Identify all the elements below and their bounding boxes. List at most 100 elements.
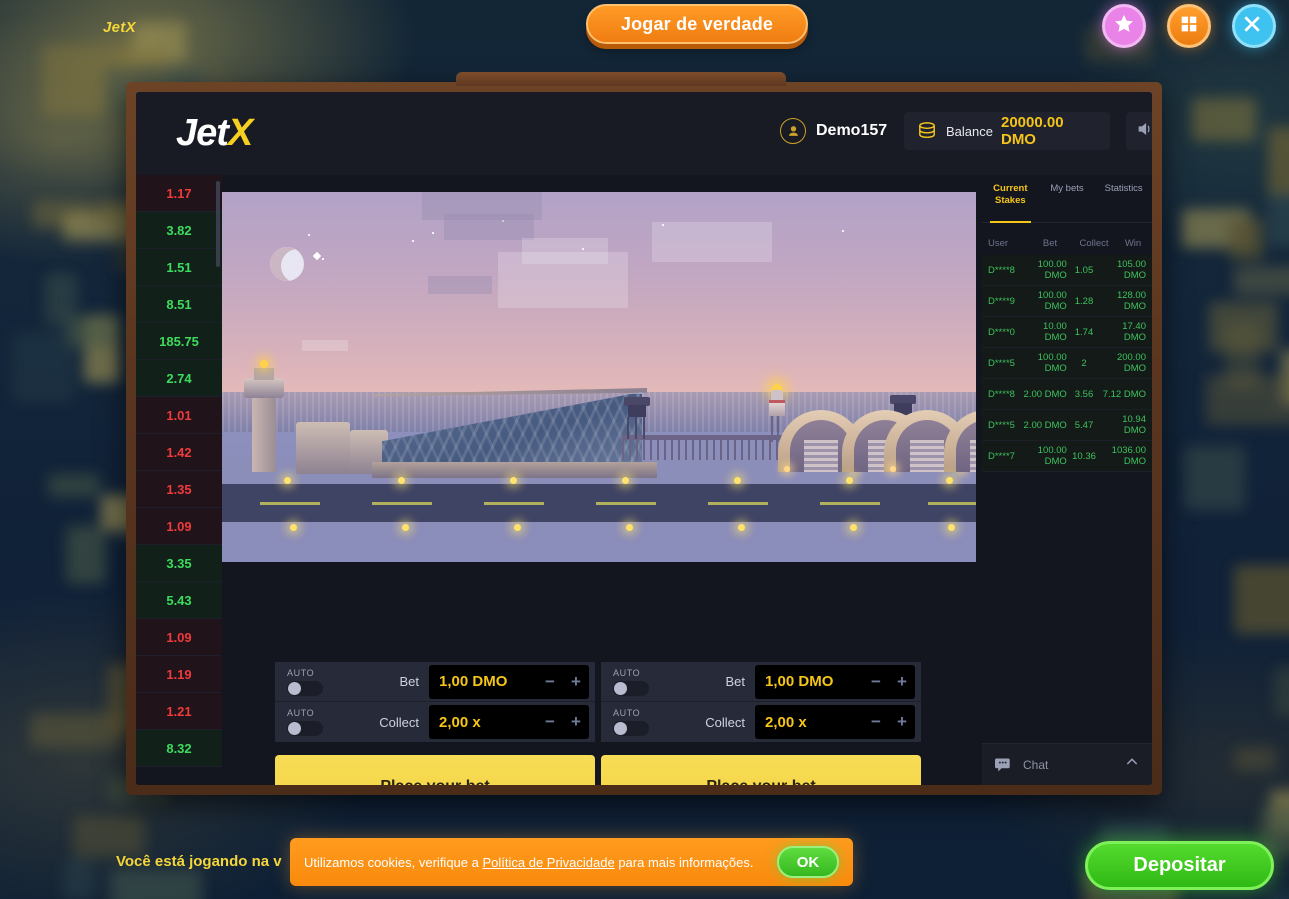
history-item[interactable]: 3.82 [136,212,222,249]
column-header-collect: Collect [1079,237,1109,249]
collect-increase-button[interactable]: + [889,705,915,739]
row-collect: 1.74 [1074,326,1094,338]
collect-decrease-button[interactable]: − [863,705,889,739]
runway-light [510,477,517,484]
runway-light [402,524,409,531]
bet-row: AUTO Bet 1,00 DMO − + [601,662,921,702]
column-header-bet: Bet [1042,237,1058,249]
collect-row: AUTO Collect 2,00 x − + [601,702,921,742]
row-collect: 10.36 [1072,450,1096,462]
cloud [444,214,534,240]
runway-marking [596,502,656,505]
auto-label: AUTO [287,667,315,678]
collect-label: Collect [705,714,745,730]
history-item[interactable]: 1.51 [136,249,222,286]
auto-collect-toggle[interactable] [613,721,649,736]
auto-bet-toggle[interactable] [287,680,323,696]
history-item[interactable]: 5.43 [136,582,222,619]
coins-icon [916,122,938,140]
bet-amount-field[interactable]: 1,00 DMO − + [429,664,589,699]
column-header-user: User [988,237,1009,249]
history-item[interactable]: 1.09 [136,508,222,545]
row-bet: 10.00 DMO [1043,321,1067,343]
tab-current-stakes[interactable]: Current Stakes [982,175,1039,223]
auto-collect-toggle-wrap: AUTO [275,708,347,736]
tab-statistics[interactable]: Statistics [1095,175,1152,222]
history-item[interactable]: 185.75 [136,323,222,360]
runway-light [734,477,741,484]
game-header: JetX Demo157 Balance 20000.00 DMO [136,92,1152,175]
history-item[interactable]: 1.17 [136,175,222,212]
moon [270,247,304,281]
favorite-button[interactable] [1102,4,1146,48]
game-window: JetX Demo157 Balance 20000.00 DMO 1.17 3… [136,92,1152,785]
table-row: D****5 100.00 DMO 2 200.00 DMO [982,348,1152,379]
deposit-button[interactable]: Depositar [1085,841,1274,890]
bet-increase-button[interactable]: + [889,665,915,699]
chat-bar[interactable]: Chat [982,743,1152,785]
control-tower-light [260,360,268,368]
terminal-base [372,462,657,478]
multiplier-history[interactable]: 1.17 3.82 1.51 8.51 185.75 2.74 1.01 1.42 1.35 1.… [136,175,222,785]
row-win: 105.00 DMO [1116,259,1146,281]
table-row: D****0 10.00 DMO 1.74 17.40 DMO [982,317,1152,348]
history-item[interactable]: 1.21 [136,693,222,730]
collect-multiplier-field[interactable]: 2,00 x − + [755,705,915,739]
history-item[interactable]: 1.42 [136,434,222,471]
collect-multiplier-field[interactable]: 2,00 x − + [429,705,589,739]
close-game-button[interactable] [1232,4,1276,48]
control-tower-top [254,368,274,380]
row-win: 10.94 DMO [1122,414,1146,436]
runway-light [946,477,953,484]
play-for-real-button[interactable]: Jogar de verdade [586,4,808,44]
history-scrollbar[interactable] [216,181,220,267]
collect-decrease-button[interactable]: − [537,705,563,739]
history-item[interactable]: 1.35 [136,471,222,508]
fullscreen-button[interactable] [1167,4,1211,48]
bet-decrease-button[interactable]: − [863,665,889,699]
cookie-ok-button[interactable]: OK [777,846,839,878]
history-item[interactable]: 1.19 [136,656,222,693]
collect-label: Collect [379,714,419,730]
bet-label: Bet [399,674,419,689]
sound-button[interactable] [1126,112,1152,150]
collect-increase-button[interactable]: + [563,705,589,739]
runway-light [290,524,297,531]
tab-my-bets[interactable]: My bets [1039,175,1096,222]
bet-amount-field[interactable]: 1,00 DMO − + [755,664,915,699]
row-collect: 5.47 [1074,419,1094,431]
history-item[interactable]: 8.32 [136,730,222,767]
stakes-tabs: Current Stakes My bets Statistics [982,175,1152,223]
bet-panel: AUTO Bet 1,00 DMO − + AUTO Collect 2,00 x − + [275,662,595,748]
auto-collect-toggle[interactable] [287,721,323,736]
cookie-text: Utilizamos cookies, verifique a Política… [304,855,777,870]
place-bet-title: Place your bet [706,778,815,785]
collect-multiplier-value: 2,00 x [765,713,807,731]
app-root: JetX Jogar de verdade JetX Demo157 Balan… [0,0,1289,899]
row-user: D****7 [988,450,1015,462]
row-bet: 100.00 DMO [1037,445,1067,467]
auto-bet-toggle[interactable] [613,680,649,696]
row-user: D****5 [988,419,1015,431]
user-chip[interactable]: Demo157 [780,118,887,144]
cloud [302,340,348,351]
avatar [780,118,806,144]
place-bet-button[interactable]: Place your betFor next round [275,755,595,785]
history-item[interactable]: 2.74 [136,360,222,397]
runway-light [850,524,857,531]
privacy-policy-link[interactable]: Política de Privacidade [482,855,614,870]
table-row: D****7 100.00 DMO 10.36 1036.00 DMO [982,441,1152,472]
balance-box: Balance 20000.00 DMO [904,112,1110,150]
history-item[interactable]: 8.51 [136,286,222,323]
logo-x-text: X [227,112,253,154]
bet-decrease-button[interactable]: − [537,665,563,699]
table-row: D****8 100.00 DMO 1.05 105.00 DMO [982,255,1152,286]
runway-marking [260,502,320,505]
chevron-up-icon[interactable] [1124,754,1140,775]
history-item[interactable]: 3.35 [136,545,222,582]
history-item[interactable]: 1.09 [136,619,222,656]
history-item[interactable]: 1.01 [136,397,222,434]
bet-increase-button[interactable]: + [563,665,589,699]
control-tower-head [244,378,284,398]
place-bet-button[interactable]: Place your betFor next round [601,755,921,785]
